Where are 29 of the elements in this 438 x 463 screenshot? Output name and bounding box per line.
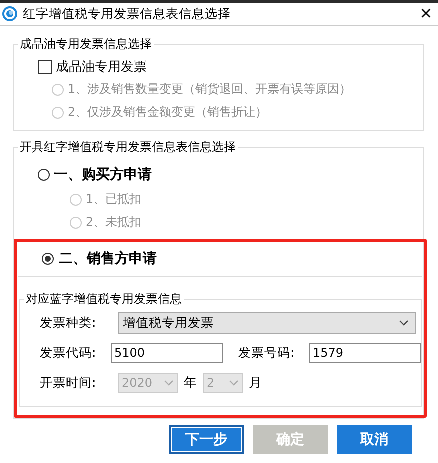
field-label: 发票号码: <box>238 344 296 362</box>
dialog-button[interactable]: 下一步 <box>169 425 244 454</box>
checkbox-label: 成品油专用发票 <box>56 58 147 76</box>
option-label: 2、仅涉及销售金额变更（销售折让） <box>68 104 268 121</box>
dialog-button[interactable]: 取消 <box>337 425 412 454</box>
chevron-down-icon <box>399 320 409 326</box>
chevron-down-icon <box>229 380 239 386</box>
close-button[interactable]: × <box>414 4 438 24</box>
field-label: 发票种类: <box>40 314 98 332</box>
group-legend: 对应蓝字增值税专用发票信息 <box>24 291 184 308</box>
field-label: 开票时间: <box>40 374 98 392</box>
group-legend: 开具红字增值税专用发票信息表信息选择 <box>18 139 238 156</box>
radio-button[interactable] <box>38 169 50 181</box>
group-legend: 成品油专用发票信息选择 <box>18 36 154 53</box>
input-field[interactable]: 5100 <box>110 343 222 363</box>
option-label: 2、未抵扣 <box>86 214 142 231</box>
input-field[interactable]: 1579 <box>309 343 421 363</box>
radio-button[interactable] <box>42 253 54 265</box>
checkbox[interactable] <box>38 60 52 74</box>
option-label: 二、销售方申请 <box>59 250 157 268</box>
option-label: 一、购买方申请 <box>54 166 152 184</box>
window-title: 红字增值税专用发票信息表信息选择 <box>23 6 232 22</box>
unit-label: 月 <box>249 375 262 392</box>
field-label: 发票代码: <box>40 344 98 362</box>
invoice-type-dropdown[interactable]: 增值税专用发票 <box>118 312 416 334</box>
chevron-down-icon <box>164 380 174 386</box>
option-label: 1、已抵扣 <box>86 191 142 208</box>
option-label: 1、涉及销售数量变更（销货退回、开票有误等原因） <box>68 81 352 98</box>
unit-label: 年 <box>184 375 197 392</box>
